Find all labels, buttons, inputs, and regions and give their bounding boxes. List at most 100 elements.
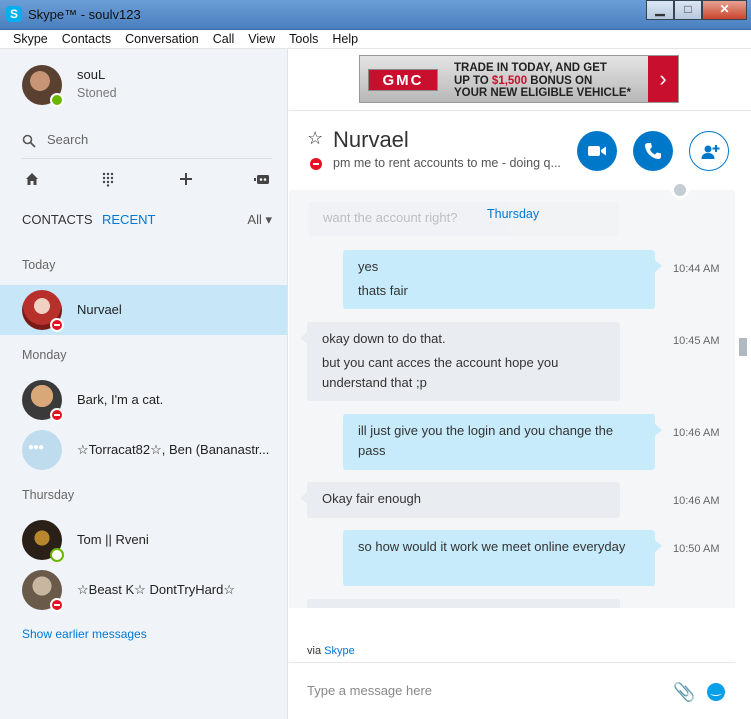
window-controls: ▁ □ ✕ xyxy=(646,0,747,20)
menu-help[interactable]: Help xyxy=(325,30,365,48)
list-item[interactable]: Tom || Rveni xyxy=(0,515,287,565)
globe-icon xyxy=(671,181,689,199)
emoticon-icon[interactable] xyxy=(707,682,725,701)
message-composer[interactable]: Type a message here 📎 xyxy=(289,662,735,719)
conversation-header: ☆ Nurvael pm me to rent accounts to me -… xyxy=(289,110,751,190)
message-bubble[interactable]: ill just give you the login and you chan… xyxy=(343,414,662,470)
close-button[interactable]: ✕ xyxy=(702,0,747,20)
message-timestamp: 10:50 AM xyxy=(673,543,720,555)
ad-text: TRADE IN TODAY, AND GET UP TO $1,500 BON… xyxy=(454,62,631,100)
sidebar: souL Stoned Search CONTACTS RECENT All ▾… xyxy=(0,49,288,719)
add-icon[interactable] xyxy=(178,171,194,187)
chevron-right-icon[interactable]: › xyxy=(648,56,678,102)
message-text: yes xyxy=(358,259,379,274)
menu-bar: Skype Contacts Conversation Call View To… xyxy=(0,30,751,49)
contact-tabs: CONTACTS RECENT All ▾ xyxy=(22,212,272,232)
search-input[interactable]: Search xyxy=(47,132,88,147)
do-not-disturb-icon xyxy=(50,408,64,422)
show-earlier-link[interactable]: Show earlier messages xyxy=(22,627,147,641)
filter-dropdown[interactable]: All ▾ xyxy=(247,212,272,228)
message-text: but you cant acces the account hope you … xyxy=(322,355,559,390)
list-item[interactable]: ☆Beast K☆ DontTryHard☆ xyxy=(0,565,287,615)
conversation-title[interactable]: Nurvael xyxy=(333,127,409,153)
contact-name: Bark, I'm a cat. xyxy=(77,392,164,407)
ad-line-3: YOUR NEW ELIGIBLE VEHICLE* xyxy=(454,87,631,100)
ad-banner[interactable]: GMC TRADE IN TODAY, AND GET UP TO $1,500… xyxy=(359,55,679,103)
add-person-icon xyxy=(701,145,720,159)
add-participant-button[interactable] xyxy=(689,131,729,171)
menu-contacts[interactable]: Contacts xyxy=(55,30,118,48)
message-bubble[interactable] xyxy=(307,599,620,608)
avatar xyxy=(22,380,64,422)
search-icon xyxy=(22,134,36,148)
window-title: Skype™ - soulv123 xyxy=(28,7,141,22)
via-prefix: via xyxy=(307,645,325,657)
menu-conversation[interactable]: Conversation xyxy=(118,30,206,48)
audio-call-button[interactable] xyxy=(633,131,673,171)
avatar[interactable] xyxy=(22,65,64,107)
ad-line-1: TRADE IN TODAY, AND GET xyxy=(454,62,607,74)
message-timestamp: 10:44 AM xyxy=(673,263,720,275)
video-icon xyxy=(588,146,606,156)
ad-line-2: UP TO $1,500 BONUS ON xyxy=(454,75,631,88)
do-not-disturb-icon xyxy=(50,598,64,612)
attachment-icon[interactable]: 📎 xyxy=(673,682,695,703)
ad-amount: $1,500 xyxy=(491,74,528,87)
menu-view[interactable]: View xyxy=(241,30,282,48)
day-divider: Thursday xyxy=(487,207,540,221)
message-list[interactable]: want the account right? Thursday yes tha… xyxy=(289,190,735,608)
section-monday: Monday xyxy=(22,348,67,362)
dialpad-icon[interactable] xyxy=(100,171,116,187)
profile-card[interactable]: souL Stoned xyxy=(22,65,117,107)
list-item[interactable]: Bark, I'm a cat. xyxy=(0,375,287,425)
contact-name: Nurvael xyxy=(77,302,122,317)
message-text: so how would it work we meet online ever… xyxy=(358,539,626,554)
away-status-icon xyxy=(50,548,64,562)
gmc-logo: GMC xyxy=(368,69,438,91)
ad-line-3-text: YOUR NEW ELIGIBLE VEHICLE xyxy=(454,87,627,99)
menu-skype[interactable]: Skype xyxy=(6,30,55,48)
list-item[interactable]: ☆Torracat82☆, Ben (Bananastr... xyxy=(0,425,287,475)
ad-line-2-pre: UP TO xyxy=(454,74,492,87)
message-bubble[interactable]: okay down to do that. but you cant acces… xyxy=(300,322,620,401)
minimize-button[interactable]: ▁ xyxy=(646,0,674,20)
message-timestamp: 10:45 AM xyxy=(673,335,720,347)
message-text: okay down to do that. xyxy=(322,331,446,346)
avatar xyxy=(22,570,64,612)
video-call-button[interactable] xyxy=(577,131,617,171)
quick-actions xyxy=(22,171,272,191)
scrollbar-thumb[interactable] xyxy=(739,338,747,356)
ad-line-2-post: BONUS ON xyxy=(527,74,593,87)
message-input[interactable]: Type a message here xyxy=(307,683,432,698)
list-item[interactable]: Nurvael xyxy=(0,285,287,335)
phone-icon xyxy=(645,143,661,159)
message-bubble[interactable]: yes thats fair xyxy=(343,250,662,309)
scrollbar[interactable] xyxy=(735,190,751,660)
star-icon[interactable]: ☆ xyxy=(307,128,323,149)
via-skype-link[interactable]: Skype xyxy=(324,645,355,657)
do-not-disturb-icon xyxy=(310,158,322,170)
window-titlebar: S Skype™ - soulv123 ▁ □ ✕ xyxy=(0,0,751,30)
message-text: thats fair xyxy=(358,283,408,298)
maximize-button[interactable]: □ xyxy=(674,0,702,20)
home-icon[interactable] xyxy=(24,171,40,187)
contact-name: ☆Beast K☆ DontTryHard☆ xyxy=(77,582,236,597)
tab-contacts[interactable]: CONTACTS xyxy=(22,212,93,227)
group-icon xyxy=(22,430,62,470)
conversation-mood: pm me to rent accounts to me - doing q..… xyxy=(333,156,561,170)
message-bubble[interactable]: so how would it work we meet online ever… xyxy=(343,530,662,586)
profile-mood[interactable]: Stoned xyxy=(77,86,117,100)
do-not-disturb-icon xyxy=(50,318,64,332)
message-bubble[interactable]: Okay fair enough xyxy=(300,482,620,518)
search-box[interactable]: Search xyxy=(22,129,272,159)
bot-icon[interactable] xyxy=(254,171,270,187)
ad-line-3-mark: * xyxy=(626,87,631,99)
message-timestamp: 10:46 AM xyxy=(673,427,720,439)
menu-tools[interactable]: Tools xyxy=(282,30,325,48)
message-text: Okay fair enough xyxy=(322,491,422,506)
profile-name: souL xyxy=(77,67,106,82)
avatar xyxy=(22,290,64,332)
tab-recent[interactable]: RECENT xyxy=(102,212,155,227)
menu-call[interactable]: Call xyxy=(206,30,242,48)
avatar xyxy=(22,520,64,562)
